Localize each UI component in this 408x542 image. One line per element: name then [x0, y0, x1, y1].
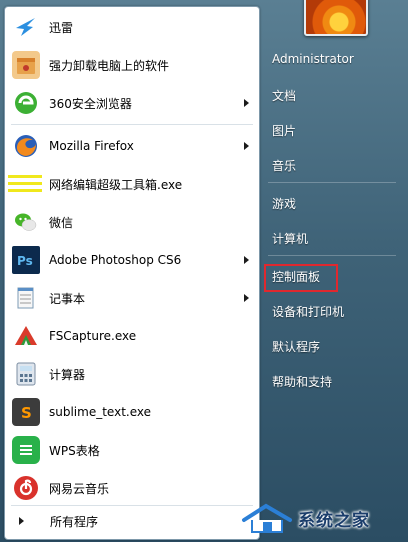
all-programs-label: 所有程序: [50, 514, 99, 529]
place-item-help-support[interactable]: 帮助和支持: [272, 373, 332, 390]
place-item-devices-printers[interactable]: 设备和打印机: [272, 303, 344, 320]
submenu-arrow-icon[interactable]: [244, 142, 249, 150]
separator: [268, 255, 396, 256]
program-label: 计算器: [49, 367, 86, 382]
place-item-documents[interactable]: 文档: [272, 87, 296, 104]
wps-sheet-icon: [12, 436, 40, 464]
program-label: 记事本: [49, 291, 86, 306]
program-label: 网易云音乐: [49, 481, 110, 496]
wechat-icon: [12, 208, 40, 236]
programs-pane: 迅雷 强力卸载电脑上的软件 360安全浏览器 Mozilla Firefox 网…: [4, 6, 260, 540]
separator: [11, 124, 253, 125]
program-label: Adobe Photoshop CS6: [49, 253, 182, 267]
submenu-arrow-icon[interactable]: [244, 99, 249, 107]
program-item-notepad[interactable]: 记事本: [5, 280, 259, 316]
place-item-music[interactable]: 音乐: [272, 157, 296, 174]
program-item-toolbox[interactable]: 网络编辑超级工具箱.exe: [5, 166, 259, 202]
program-item-calculator[interactable]: 计算器: [5, 356, 259, 392]
program-item-netease-music[interactable]: 网易云音乐: [5, 470, 259, 506]
netease-music-icon: [12, 474, 40, 502]
fscapture-icon: [12, 322, 40, 350]
arrow-right-icon: [19, 517, 24, 525]
program-item-fscapture[interactable]: FSCapture.exe: [5, 318, 259, 354]
program-label: Mozilla Firefox: [49, 139, 134, 153]
watermark-text: 系统之家: [298, 511, 370, 531]
program-label: 网络编辑超级工具箱.exe: [49, 177, 183, 192]
program-item-sublime[interactable]: S sublime_text.exe: [5, 394, 259, 430]
sublime-icon: S: [12, 398, 40, 426]
start-menu: 迅雷 强力卸载电脑上的软件 360安全浏览器 Mozilla Firefox 网…: [0, 0, 408, 542]
submenu-arrow-icon[interactable]: [244, 256, 249, 264]
program-label: 强力卸载电脑上的软件: [49, 58, 170, 73]
program-label: 迅雷: [49, 20, 74, 35]
photoshop-icon: Ps: [12, 246, 40, 274]
program-label: sublime_text.exe: [49, 405, 151, 419]
program-item-firefox[interactable]: Mozilla Firefox: [5, 128, 259, 164]
notepad-icon: [12, 284, 40, 312]
program-label: 360安全浏览器: [49, 96, 132, 111]
place-item-default-programs[interactable]: 默认程序: [272, 338, 320, 355]
program-label: WPS表格: [49, 443, 100, 458]
place-item-administrator[interactable]: Administrator: [272, 52, 354, 66]
firefox-icon: [12, 132, 40, 160]
browser-360-icon: [12, 89, 40, 117]
control-panel-highlight-box: [264, 264, 338, 292]
program-item-photoshop[interactable]: Ps Adobe Photoshop CS6: [5, 242, 259, 278]
all-programs-button[interactable]: 所有程序: [5, 503, 259, 539]
watermark: 系统之家: [240, 495, 408, 542]
place-item-computer[interactable]: 计算机: [272, 230, 308, 247]
program-item-wps-sheet[interactable]: WPS表格: [5, 432, 259, 468]
program-item-wechat[interactable]: 微信: [5, 204, 259, 240]
thunder-bird-icon: [12, 13, 40, 41]
separator: [268, 182, 396, 183]
uninstall-box-icon: [12, 51, 40, 79]
svg-text:S: S: [21, 404, 32, 422]
user-avatar[interactable]: [304, 0, 368, 36]
place-item-games[interactable]: 游戏: [272, 195, 296, 212]
submenu-arrow-icon[interactable]: [244, 294, 249, 302]
program-label: 微信: [49, 215, 74, 230]
svg-text:Ps: Ps: [17, 254, 33, 268]
program-item-xunlei[interactable]: 迅雷: [5, 9, 259, 45]
house-logo-icon: [240, 502, 298, 536]
program-label: FSCapture.exe: [49, 329, 137, 343]
program-item-uninstaller[interactable]: 强力卸载电脑上的软件: [5, 47, 259, 83]
program-item-360-browser[interactable]: 360安全浏览器: [5, 85, 259, 121]
place-item-pictures[interactable]: 图片: [272, 122, 296, 139]
calculator-icon: [12, 360, 40, 388]
toolbox-icon: [8, 170, 42, 198]
